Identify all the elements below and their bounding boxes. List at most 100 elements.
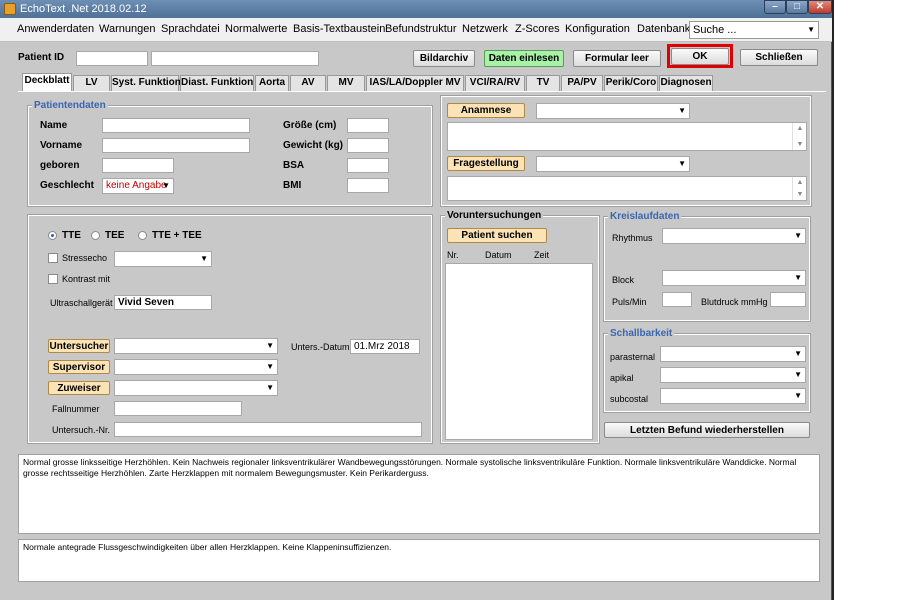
tab-diast-funktion[interactable]: Diast. Funktion	[180, 75, 254, 91]
letzten-befund-button[interactable]: Letzten Befund wiederherstellen	[604, 422, 810, 438]
vorname-field[interactable]	[102, 138, 250, 153]
rhythmus-select[interactable]: ▼	[662, 228, 806, 244]
radio-tte-tee[interactable]	[138, 231, 147, 240]
radio-tee[interactable]	[91, 231, 100, 240]
tab-aorta[interactable]: Aorta	[255, 75, 289, 91]
scroll-up-icon[interactable]: ▲	[793, 179, 807, 186]
block-select[interactable]: ▼	[662, 270, 806, 286]
menu-befundstruktur[interactable]: Befundstruktur	[385, 23, 457, 35]
befund-text-1[interactable]: Normal grosse linksseitige Herzhöhlen. K…	[18, 454, 820, 534]
untersuch-nr-field[interactable]	[114, 422, 422, 437]
scroll-down-icon[interactable]: ▼	[793, 191, 807, 198]
kreislaufdaten-title: Kreislaufdaten	[608, 211, 682, 222]
scroll-up-icon[interactable]: ▲	[793, 125, 807, 132]
minimize-button[interactable]: –	[764, 0, 786, 14]
subcostal-select[interactable]: ▼	[660, 388, 806, 404]
fragestellung-scrollbar[interactable]: ▲ ▼	[792, 177, 806, 200]
supervisor-select[interactable]: ▼	[114, 359, 278, 375]
stressecho-select[interactable]: ▼	[114, 251, 212, 267]
patient-id-field[interactable]	[76, 51, 148, 66]
chevron-down-icon[interactable]: ▼	[794, 368, 802, 382]
geschlecht-select[interactable]: keine Angabe ▼	[102, 178, 174, 194]
name-label: Name	[40, 120, 68, 131]
puls-field[interactable]	[662, 292, 692, 307]
fragestellung-button[interactable]: Fragestellung	[447, 156, 525, 171]
tab-av[interactable]: AV	[290, 75, 326, 91]
tab-ias-la-doppler-mv[interactable]: IAS/LA/Doppler MV	[366, 75, 464, 91]
untersucher-button[interactable]: Untersucher	[48, 339, 110, 353]
blutdruck-field[interactable]	[770, 292, 806, 307]
bildarchiv-button[interactable]: Bildarchiv	[413, 50, 475, 67]
anamnese-scrollbar[interactable]: ▲ ▼	[792, 123, 806, 150]
befund-text-2-content: Normale antegrade Flussgeschwindigkeiten…	[23, 542, 392, 552]
chevron-down-icon[interactable]: ▼	[794, 389, 802, 403]
radio-tte[interactable]	[48, 231, 57, 240]
tab-diagnosen[interactable]: Diagnosen	[659, 75, 713, 91]
chevron-down-icon[interactable]: ▼	[794, 271, 802, 285]
daten-einlesen-button[interactable]: Daten einlesen	[484, 50, 564, 67]
kontrast-checkbox[interactable]	[48, 274, 58, 284]
ultraschallgeraet-field[interactable]: Vivid Seven	[114, 295, 212, 310]
maximize-button[interactable]: □	[786, 0, 808, 14]
tab-lv[interactable]: LV	[73, 75, 110, 91]
anamnese-button[interactable]: Anamnese	[447, 103, 525, 118]
tab-vci-ra-rv[interactable]: VCI/RA/RV	[465, 75, 525, 91]
geboren-field[interactable]	[102, 158, 174, 173]
rhythmus-label: Rhythmus	[612, 233, 653, 243]
bmi-field[interactable]	[347, 178, 389, 193]
menu-basis-textbaustein[interactable]: Basis-Textbaustein	[293, 23, 385, 35]
menu-sprachdatei[interactable]: Sprachdatei	[161, 23, 220, 35]
tab-syst-funktion[interactable]: Syst. Funktion	[111, 75, 181, 91]
schliessen-button[interactable]: Schließen	[740, 49, 818, 66]
chevron-down-icon[interactable]: ▼	[794, 229, 802, 243]
fragestellung-select[interactable]: ▼	[536, 156, 690, 172]
tab-pa-pv[interactable]: PA/PV	[561, 75, 603, 91]
scroll-down-icon[interactable]: ▼	[793, 141, 807, 148]
chevron-down-icon[interactable]: ▼	[807, 22, 815, 38]
menu-normalwerte[interactable]: Normalwerte	[225, 23, 287, 35]
search-placeholder: Suche ...	[693, 24, 737, 36]
tab-tv[interactable]: TV	[526, 75, 560, 91]
zuweiser-select[interactable]: ▼	[114, 380, 278, 396]
name-field[interactable]	[102, 118, 250, 133]
groesse-field[interactable]	[347, 118, 389, 133]
menu-warnungen[interactable]: Warnungen	[99, 23, 155, 35]
untersucher-select[interactable]: ▼	[114, 338, 278, 354]
menu-netzwerk[interactable]: Netzwerk	[462, 23, 508, 35]
anamnese-select[interactable]: ▼	[536, 103, 690, 119]
close-window-button[interactable]: ✕	[808, 0, 832, 14]
unters-datum-field[interactable]: 01.Mrz 2018	[350, 339, 420, 354]
chevron-down-icon[interactable]: ▼	[678, 104, 686, 118]
anamnese-text[interactable]: ▲ ▼	[447, 122, 807, 151]
formular-leer-button[interactable]: Formular leer	[573, 50, 661, 67]
search-input[interactable]: Suche ... ▼	[689, 21, 819, 39]
bsa-field[interactable]	[347, 158, 389, 173]
chevron-down-icon[interactable]: ▼	[266, 381, 274, 395]
zuweiser-button[interactable]: Zuweiser	[48, 381, 110, 395]
fragestellung-text[interactable]: ▲ ▼	[447, 176, 807, 201]
menu-datenbank[interactable]: Datenbank	[637, 23, 690, 35]
gewicht-field[interactable]	[347, 138, 389, 153]
chevron-down-icon[interactable]: ▼	[162, 179, 170, 193]
tab-deckblatt[interactable]: Deckblatt	[22, 73, 72, 92]
menu-z-scores[interactable]: Z-Scores	[515, 23, 560, 35]
apikal-select[interactable]: ▼	[660, 367, 806, 383]
chevron-down-icon[interactable]: ▼	[794, 347, 802, 361]
chevron-down-icon[interactable]: ▼	[266, 360, 274, 374]
tab-perik-coro[interactable]: Perik/Coro	[604, 75, 658, 91]
stressecho-checkbox[interactable]	[48, 253, 58, 263]
patient-name-display[interactable]	[151, 51, 319, 66]
parasternal-select[interactable]: ▼	[660, 346, 806, 362]
voruntersuchungen-list[interactable]	[445, 263, 593, 440]
tab-mv[interactable]: MV	[327, 75, 365, 91]
supervisor-button[interactable]: Supervisor	[48, 360, 110, 374]
befund-text-2[interactable]: Normale antegrade Flussgeschwindigkeiten…	[18, 539, 820, 582]
patient-suchen-button[interactable]: Patient suchen	[447, 228, 547, 243]
chevron-down-icon[interactable]: ▼	[200, 252, 208, 266]
menu-anwenderdaten[interactable]: Anwenderdaten	[17, 23, 94, 35]
fallnummer-field[interactable]	[114, 401, 242, 416]
menu-konfiguration[interactable]: Konfiguration	[565, 23, 630, 35]
chevron-down-icon[interactable]: ▼	[266, 339, 274, 353]
chevron-down-icon[interactable]: ▼	[678, 157, 686, 171]
gewicht-label: Gewicht (kg)	[283, 140, 344, 151]
